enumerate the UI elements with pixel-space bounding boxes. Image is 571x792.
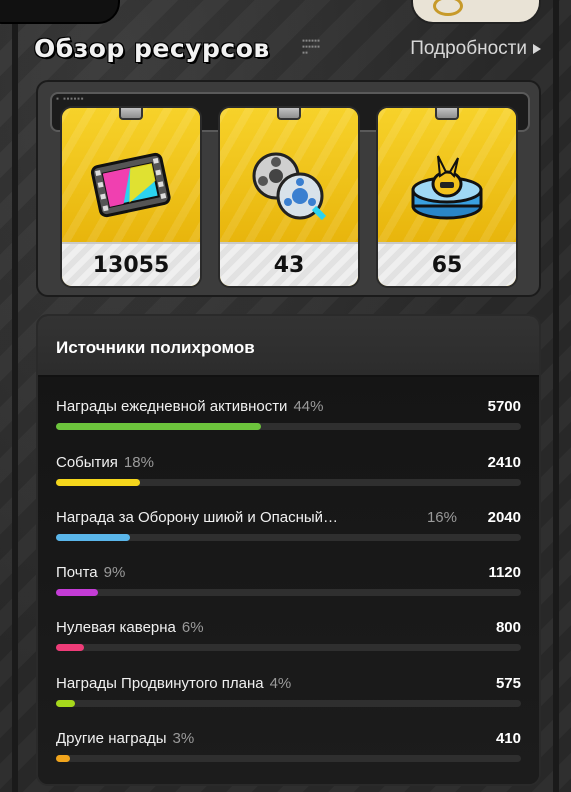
title-decoration: ▪▪▪▪▪▪ ▪▪▪▪▪▪ ▪▪ [302,38,321,56]
resource-card-film[interactable]: 13055 [60,106,202,288]
progress-track [56,700,521,707]
clip-icon [435,108,459,120]
resource-overview-panel: ▪ ▪▪▪▪▪▪ 13055 43 65 [36,80,541,297]
source-label: Награды ежедневной активности [56,398,288,415]
source-percent: 18% [123,454,154,471]
list-item: Награды ежедневной активности 44% 5700 [56,398,521,438]
film-icon [62,136,200,236]
film-reels-icon [220,136,358,236]
source-percent: 44% [293,398,324,415]
progress-fill [56,644,84,651]
progress-track [56,589,521,596]
sources-list: Награды ежедневной активности 44% 5700 Со… [38,377,539,784]
progress-fill [56,534,131,541]
progress-track [56,423,521,430]
list-item: Награда за Оборону шиюй и Опасный… 16% 2… [56,509,521,549]
source-percent: 4% [269,675,292,692]
resource-card-pedestal[interactable]: 65 [376,106,518,288]
details-link[interactable]: Подробности [410,38,541,60]
source-value: 5700 [487,398,521,415]
details-label: Подробности [410,38,527,59]
source-value: 2410 [487,454,521,471]
top-right-book-decoration [411,0,541,24]
source-label: Почта [56,564,98,581]
source-label: Награда за Оборону шиюй и Опасный… [56,509,339,526]
bangboo-pedestal-icon [378,136,516,236]
list-item: Почта 9% 1120 [56,564,521,604]
source-percent: 16% [426,509,457,526]
source-label: Награды Продвинутого плана [56,675,264,692]
top-left-decoration [0,0,120,24]
progress-fill [56,479,140,486]
progress-fill [56,589,98,596]
clip-icon [119,108,143,120]
progress-fill [56,700,75,707]
source-percent: 3% [172,730,195,747]
list-item: События 18% 2410 [56,454,521,494]
arrow-right-icon [533,44,541,54]
sources-header: Источники полихромов [38,316,539,377]
frame-left-edge [12,0,18,792]
polychrome-sources-panel: ▪ ▪▪▪▪▪▪ Источники полихромов Награды еж… [36,314,541,786]
source-value: 2040 [487,509,521,526]
list-item: Другие награды 3% 410 [56,730,521,770]
source-label: События [56,454,118,471]
source-percent: 9% [103,564,126,581]
progress-fill [56,755,70,762]
resource-value: 65 [378,242,516,286]
panel-tag-decoration: ▪ ▪▪▪▪▪▪ [56,96,85,102]
progress-fill [56,423,261,430]
progress-track [56,479,521,486]
source-value: 410 [495,730,521,747]
clip-icon [277,108,301,120]
progress-track [56,644,521,651]
sources-title: Источники полихромов [56,338,255,357]
frame-right-edge [553,0,559,792]
list-item: Награды Продвинутого плана 4% 575 [56,675,521,715]
resource-value: 43 [220,242,358,286]
source-label: Другие награды [56,730,167,747]
page-title: Обзор ресурсов [34,34,270,63]
resource-card-reels[interactable]: 43 [218,106,360,288]
source-percent: 6% [181,619,204,636]
source-value: 575 [495,675,521,692]
progress-track [56,755,521,762]
source-value: 1120 [488,564,521,581]
progress-track [56,534,521,541]
source-label: Нулевая каверна [56,619,176,636]
resource-value: 13055 [62,242,200,286]
source-value: 800 [495,619,521,636]
header: Обзор ресурсов ▪▪▪▪▪▪ ▪▪▪▪▪▪ ▪▪ Подробност… [34,32,541,72]
list-item: Нулевая каверна 6% 800 [56,619,521,659]
